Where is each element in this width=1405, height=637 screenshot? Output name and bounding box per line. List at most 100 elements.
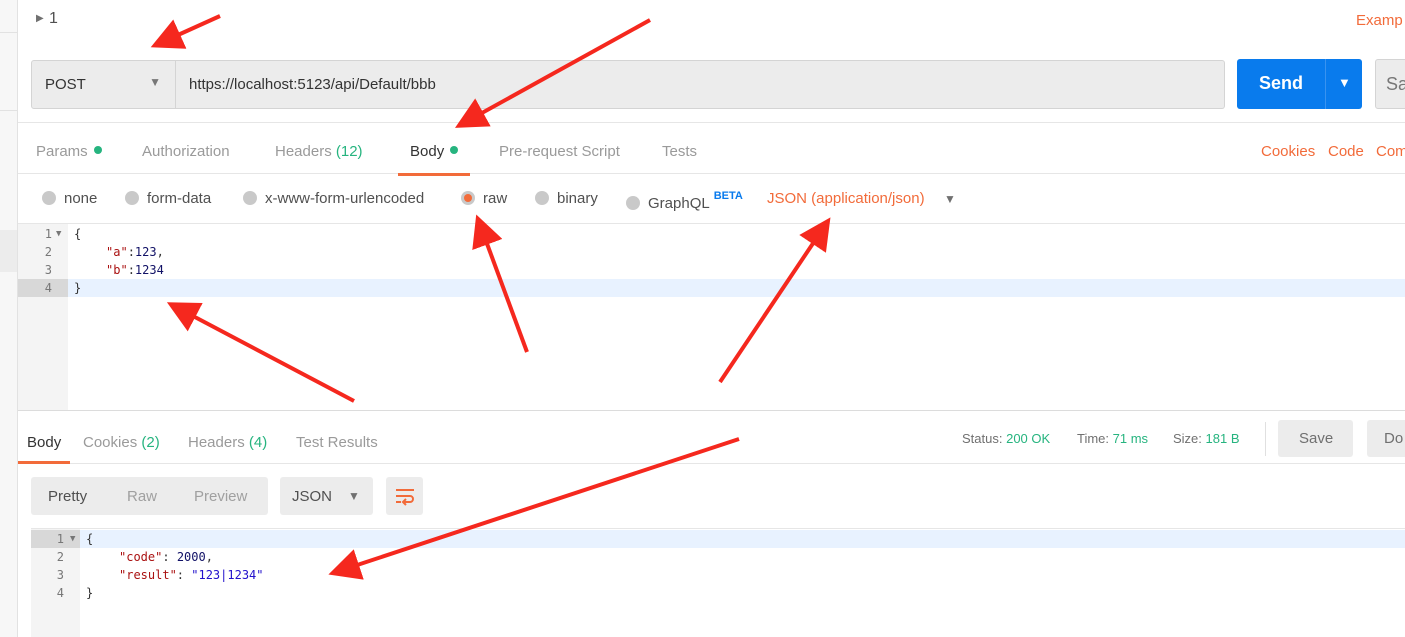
view-mode-segment: Pretty Raw Preview <box>31 477 268 515</box>
wrap-lines-button[interactable] <box>386 477 423 515</box>
save-request-button[interactable]: Sa <box>1375 59 1405 109</box>
radio-label: raw <box>483 190 508 207</box>
tab-authorization[interactable]: Authorization <box>142 143 230 160</box>
tab-params[interactable]: Params <box>36 143 102 160</box>
radio-label: GraphQL <box>648 195 710 212</box>
line-number: 3 <box>56 568 64 582</box>
chevron-down-icon[interactable]: ▼ <box>944 192 956 206</box>
tab-response-headers[interactable]: Headers (4) <box>188 434 267 451</box>
code-line-active: 4 } <box>18 279 1405 297</box>
wrap-lines-icon <box>396 489 414 506</box>
save-response-button[interactable]: Save <box>1278 420 1353 457</box>
code-text: "a":123, <box>106 245 164 259</box>
divider <box>1265 422 1266 456</box>
sidebar-selected-item[interactable] <box>0 230 17 272</box>
code-text: } <box>74 281 82 295</box>
tab-label: Headers <box>275 143 332 160</box>
json-value: 1234 <box>134 263 164 277</box>
radio-graphql[interactable]: GraphQL BETA <box>626 190 743 212</box>
line-number: 4 <box>44 281 52 295</box>
body-type-row: none form-data x-www-form-urlencoded raw… <box>18 175 1405 223</box>
tab-headers[interactable]: Headers (12) <box>275 143 363 160</box>
send-options-button[interactable]: ▼ <box>1325 59 1362 109</box>
code-line: 1 ▼ { <box>18 225 1405 243</box>
radio-circle <box>42 191 56 205</box>
button-label: Save <box>1299 430 1334 447</box>
tab-label: Body <box>410 143 445 160</box>
tab-count: (4) <box>248 434 268 451</box>
response-body-viewer[interactable]: 1 ▼ { 2 "code": 2000, 3 "result": "123|1… <box>31 528 1405 637</box>
cookies-link[interactable]: Cookies <box>1261 143 1315 160</box>
postman-window: ▶ 1 Examp POST ▼ https://localhost:5123/… <box>0 0 1405 637</box>
code-link[interactable]: Code <box>1328 143 1364 160</box>
content-type-select[interactable]: JSON (application/json) <box>767 190 925 207</box>
mode-preview[interactable]: Preview <box>194 488 247 505</box>
status-readout: Status: 200 OK <box>962 431 1050 446</box>
size-value: 181 B <box>1205 431 1240 446</box>
tab-tests[interactable]: Tests <box>662 143 697 160</box>
time-label: Time: <box>1077 431 1110 446</box>
radio-label: binary <box>557 190 598 207</box>
tab-response-cookies[interactable]: Cookies (2) <box>83 434 160 451</box>
tab-label: Tests <box>662 143 698 160</box>
has-content-dot-icon <box>450 146 459 154</box>
json-value: 2000 <box>176 550 206 564</box>
mode-pretty[interactable]: Pretty <box>48 488 87 505</box>
code-text: "code": 2000, <box>119 550 213 564</box>
tab-body[interactable]: Body <box>397 143 471 176</box>
request-tabs: Params Authorization Headers (12) Body P… <box>18 122 1405 176</box>
examples-link[interactable]: Examp <box>1356 12 1403 29</box>
url-input[interactable]: https://localhost:5123/api/Default/bbb <box>176 60 1225 109</box>
tab-count: (12) <box>335 143 363 160</box>
tab-label: Test Results <box>296 434 378 451</box>
line-number: 4 <box>56 586 64 600</box>
tab-label: Cookies <box>83 434 138 451</box>
format-value: JSON <box>292 488 333 505</box>
expand-caret-icon[interactable]: ▶ <box>36 13 44 24</box>
time-readout: Time: 71 ms <box>1077 431 1148 446</box>
json-key: "result" <box>119 568 177 582</box>
method-select[interactable]: POST ▼ <box>31 60 176 109</box>
mode-raw[interactable]: Raw <box>127 488 157 505</box>
radio-form-data[interactable]: form-data <box>125 190 211 207</box>
comments-link[interactable]: Com <box>1376 143 1405 160</box>
request-body-editor[interactable]: 1 ▼ { 2 "a":123, 3 "b":1234 4 } <box>18 223 1405 411</box>
code-text: } <box>86 586 94 600</box>
tab-pre-request-script[interactable]: Pre-request Script <box>499 143 620 160</box>
radio-label: form-data <box>147 190 212 207</box>
request-name[interactable]: 1 <box>49 10 58 28</box>
code-text: { <box>74 227 82 241</box>
beta-badge: BETA <box>713 190 743 202</box>
radio-circle-selected <box>461 191 475 205</box>
radio-raw[interactable]: raw <box>461 190 507 207</box>
send-button[interactable]: Send <box>1237 59 1325 109</box>
fold-arrow-icon[interactable]: ▼ <box>56 225 61 243</box>
radio-binary[interactable]: binary <box>535 190 598 207</box>
download-response-button[interactable]: Do <box>1367 420 1405 457</box>
json-key: "a" <box>106 245 128 259</box>
format-select[interactable]: JSON ▼ <box>280 477 373 515</box>
method-value: POST <box>45 76 86 93</box>
radio-circle <box>243 191 257 205</box>
sidebar-divider <box>0 32 17 33</box>
radio-x-www-form-urlencoded[interactable]: x-www-form-urlencoded <box>243 190 424 207</box>
has-content-dot-icon <box>93 146 102 154</box>
code-text: { <box>86 532 94 546</box>
save-label: Sa <box>1386 74 1405 94</box>
chevron-down-icon: ▼ <box>1338 75 1351 90</box>
radio-circle <box>626 196 640 210</box>
code-text: "result": "123|1234" <box>119 568 264 582</box>
code-line: 3 "result": "123|1234" <box>31 566 1405 584</box>
request-title-row: ▶ 1 Examp <box>18 0 1405 45</box>
tab-response-body[interactable]: Body <box>17 434 71 464</box>
fold-arrow-icon[interactable]: ▼ <box>70 530 75 548</box>
sidebar-divider <box>0 110 17 111</box>
line-number: 3 <box>44 263 52 277</box>
chevron-down-icon: ▼ <box>348 489 360 503</box>
tab-test-results[interactable]: Test Results <box>296 434 378 451</box>
button-label: Do <box>1384 430 1404 447</box>
line-number: 1 <box>44 227 52 241</box>
radio-none[interactable]: none <box>42 190 97 207</box>
json-value: 123 <box>134 245 157 259</box>
radio-circle <box>535 191 549 205</box>
